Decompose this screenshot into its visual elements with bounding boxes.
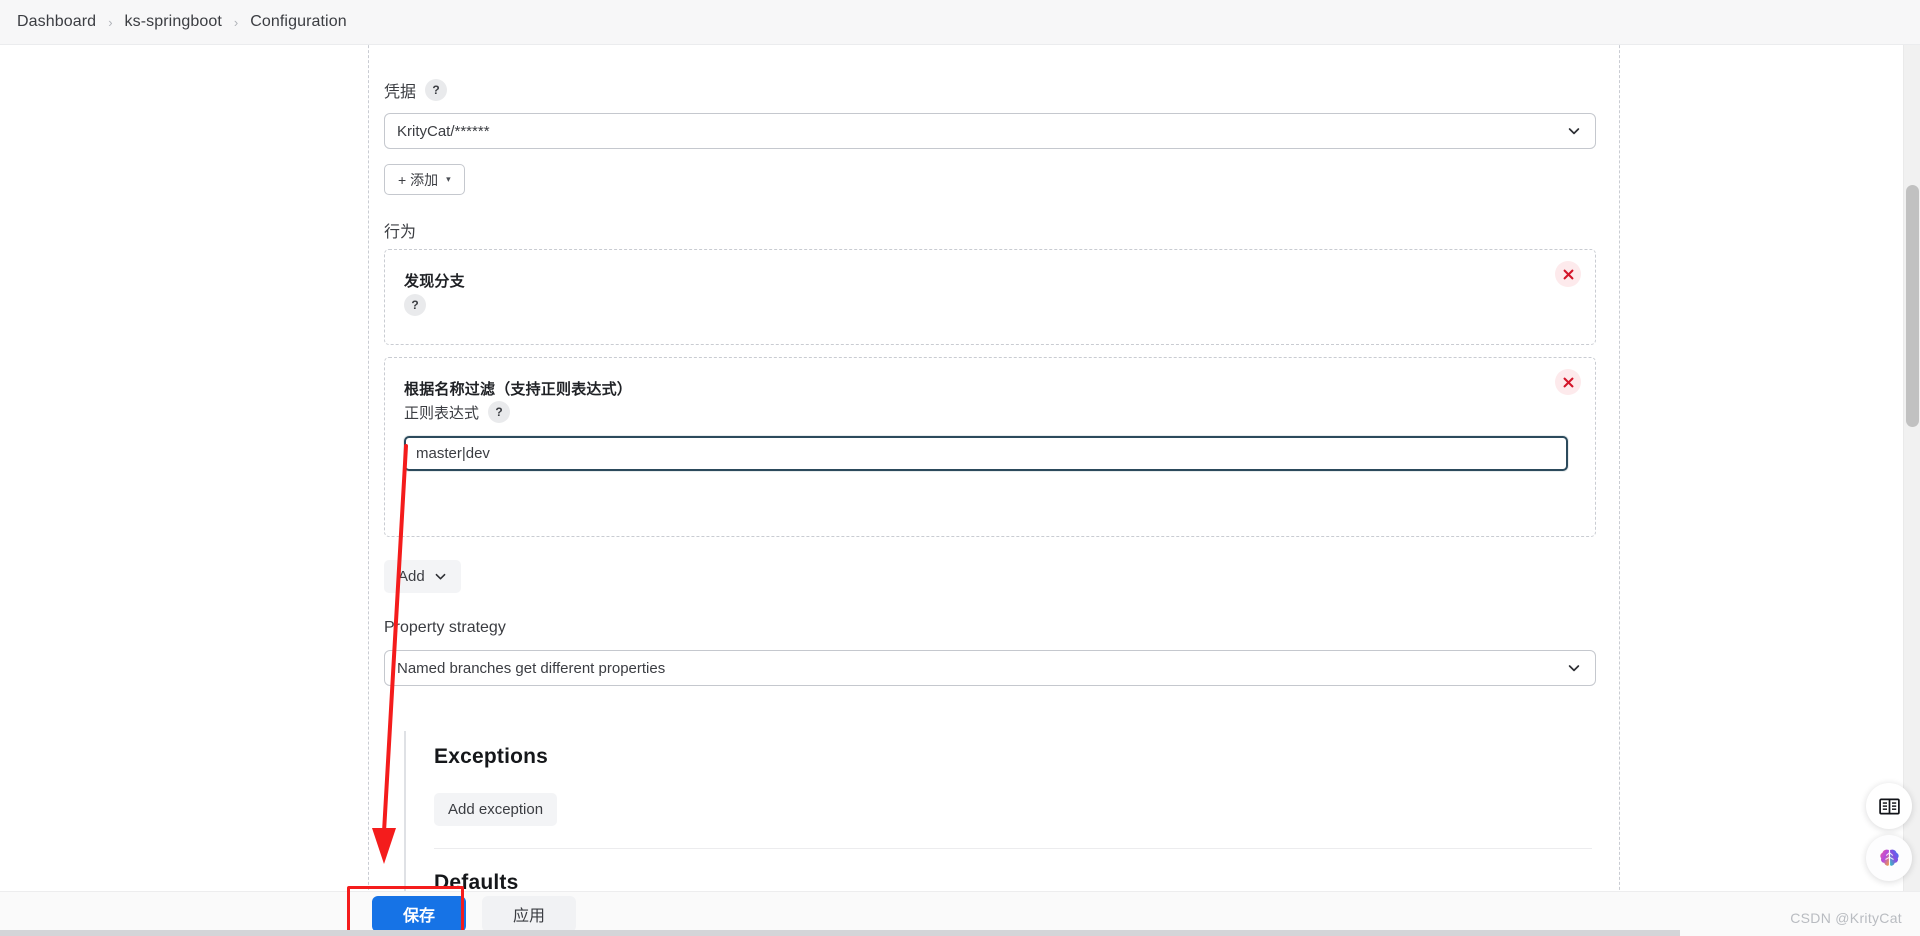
- breadcrumb-item-dashboard[interactable]: Dashboard: [17, 13, 96, 31]
- add-behavior-label: Add: [398, 568, 425, 585]
- book-icon: [1878, 798, 1900, 814]
- assistant-fab[interactable]: [1866, 835, 1912, 881]
- caret-down-icon: ▾: [446, 174, 451, 184]
- breadcrumb-separator-icon: ›: [233, 14, 239, 30]
- credentials-label-row: 凭据 ?: [384, 78, 448, 102]
- behavior-block-discover-branches: 发现分支 ?: [384, 249, 1596, 345]
- exceptions-panel: Exceptions Add exception Defaults: [404, 731, 1604, 891]
- regex-input[interactable]: [404, 436, 1568, 471]
- documentation-fab[interactable]: [1866, 783, 1912, 829]
- close-icon: [1563, 377, 1573, 387]
- close-icon: [1563, 269, 1573, 279]
- discover-branches-help-icon[interactable]: ?: [404, 294, 426, 316]
- add-exception-label: Add exception: [448, 801, 544, 818]
- behaviors-label: 行为: [384, 224, 417, 241]
- watermark: CSDN @KrityCat: [1790, 910, 1902, 926]
- breadcrumb: Dashboard › ks-springboot › Configuratio…: [0, 0, 1920, 45]
- apply-button[interactable]: 应用: [482, 896, 576, 932]
- add-exception-button[interactable]: Add exception: [434, 793, 558, 826]
- behavior-block-filter-by-name: 根据名称过滤（支持正则表达式） 正则表达式 ?: [384, 357, 1596, 537]
- brain-icon: [1879, 849, 1899, 866]
- credentials-label: 凭据: [384, 84, 417, 101]
- breadcrumb-separator-icon: ›: [108, 14, 113, 30]
- configuration-content: 凭据 ? KrityCat/****** + 添加 ▾ 行为 发现分支 ? 根据…: [0, 45, 1920, 891]
- credentials-select[interactable]: KrityCat/******: [384, 113, 1596, 149]
- add-behavior-button[interactable]: Add: [384, 560, 461, 593]
- chevron-down-icon: [1567, 661, 1581, 675]
- breadcrumb-item-ks-springboot[interactable]: ks-springboot: [125, 13, 222, 31]
- save-button[interactable]: 保存: [372, 896, 466, 932]
- remove-behavior-button[interactable]: [1555, 369, 1581, 395]
- regex-field-label: 正则表达式: [404, 404, 480, 422]
- exceptions-heading: Exceptions: [434, 745, 549, 768]
- credentials-add-label: + 添加: [398, 171, 439, 188]
- credentials-select-value: KrityCat/******: [397, 122, 490, 140]
- regex-field-label-row: 正则表达式 ?: [404, 401, 511, 423]
- behavior-block-title: 发现分支: [404, 273, 465, 290]
- credentials-add-button[interactable]: + 添加 ▾: [384, 164, 465, 195]
- horizontal-scrollbar-thumb[interactable]: [0, 930, 1680, 936]
- remove-behavior-button[interactable]: [1555, 261, 1581, 287]
- horizontal-scrollbar[interactable]: [0, 930, 1920, 936]
- vertical-scrollbar-thumb[interactable]: [1906, 185, 1919, 427]
- breadcrumb-item-configuration[interactable]: Configuration: [250, 13, 346, 31]
- credentials-help-icon[interactable]: ?: [425, 79, 448, 101]
- defaults-heading: Defaults: [434, 871, 519, 891]
- chevron-down-icon: [1567, 124, 1581, 138]
- app-root: Dashboard › ks-springboot › Configuratio…: [0, 0, 1920, 936]
- vertical-scrollbar[interactable]: [1903, 45, 1920, 891]
- chevron-down-icon: [434, 570, 447, 583]
- behavior-block-title: 根据名称过滤（支持正则表达式）: [404, 381, 633, 398]
- property-strategy-select[interactable]: Named branches get different properties: [384, 650, 1596, 686]
- property-strategy-label: Property strategy: [384, 619, 506, 636]
- property-strategy-value: Named branches get different properties: [397, 659, 666, 677]
- regex-help-icon[interactable]: ?: [488, 401, 511, 423]
